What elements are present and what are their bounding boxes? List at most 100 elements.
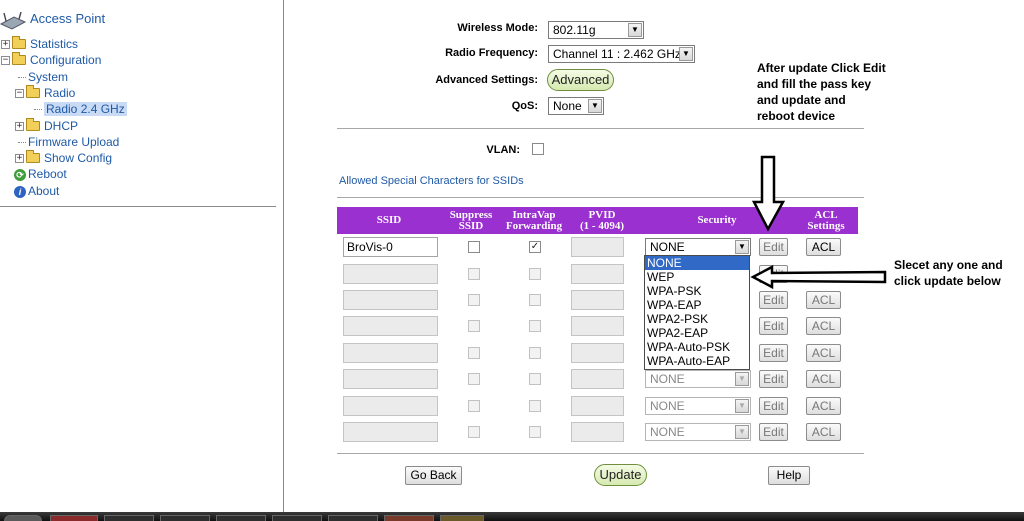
edit-button[interactable]: Edit xyxy=(759,423,788,441)
nav-root-access-point[interactable]: Access Point xyxy=(28,11,107,27)
expand-icon[interactable]: + xyxy=(15,122,24,132)
taskbar-app[interactable] xyxy=(440,515,484,521)
nav-item-dhcp[interactable]: + DHCP xyxy=(15,117,80,134)
pvid-input[interactable] xyxy=(571,343,624,363)
pvid-input[interactable] xyxy=(571,316,624,336)
intravap-forwarding-checkbox[interactable] xyxy=(529,268,541,280)
acl-button[interactable]: ACL xyxy=(806,423,841,441)
ssid-input[interactable] xyxy=(343,264,438,284)
security-option-wpa2-eap[interactable]: WPA2-EAP xyxy=(645,326,749,340)
pvid-input[interactable] xyxy=(571,264,624,284)
suppress-ssid-checkbox[interactable] xyxy=(468,268,480,280)
intravap-forwarding-checkbox[interactable] xyxy=(529,294,541,306)
ssid-input[interactable] xyxy=(343,396,438,416)
taskbar-app[interactable] xyxy=(160,515,210,521)
intravap-forwarding-checkbox[interactable] xyxy=(529,400,541,412)
acl-button[interactable]: ACL xyxy=(806,370,841,388)
collapse-icon[interactable]: − xyxy=(15,89,24,99)
dropdown-arrow-icon[interactable]: ▼ xyxy=(588,99,602,113)
edit-button[interactable]: Edit xyxy=(759,344,788,362)
suppress-ssid-checkbox[interactable] xyxy=(468,373,480,385)
dropdown-arrow-icon[interactable]: ▼ xyxy=(628,23,642,37)
nav-item-radio[interactable]: − Radio xyxy=(15,84,77,101)
edit-button[interactable]: Edit xyxy=(759,370,788,388)
security-option-wpa-auto-eap[interactable]: WPA-Auto-EAP xyxy=(645,354,749,368)
dropdown-arrow-icon[interactable]: ▼ xyxy=(679,47,693,61)
update-button[interactable]: Update xyxy=(594,464,647,486)
pvid-input[interactable] xyxy=(571,396,624,416)
pvid-input[interactable] xyxy=(571,237,624,257)
expand-icon[interactable]: + xyxy=(15,154,24,164)
intravap-forwarding-checkbox[interactable]: ✓ xyxy=(529,241,541,253)
nav-item-system[interactable]: System xyxy=(18,69,70,85)
suppress-ssid-checkbox[interactable] xyxy=(468,294,480,306)
nav-item-about[interactable]: i About xyxy=(14,183,61,199)
security-dropdown-list[interactable]: NONE WEP WPA-PSK WPA-EAP WPA2-PSK WPA2-E… xyxy=(644,255,750,370)
ssid-input[interactable] xyxy=(343,343,438,363)
pvid-input[interactable] xyxy=(571,422,624,442)
security-option-wpa2-psk[interactable]: WPA2-PSK xyxy=(645,312,749,326)
acl-button[interactable]: ACL xyxy=(806,238,841,256)
dropdown-arrow-icon[interactable]: ▼ xyxy=(735,240,749,254)
security-select[interactable]: NONE ▼ xyxy=(645,423,751,441)
ssid-input[interactable] xyxy=(343,316,438,336)
help-button[interactable]: Help xyxy=(768,466,810,485)
intravap-forwarding-checkbox[interactable] xyxy=(529,373,541,385)
security-option-wpa-psk[interactable]: WPA-PSK xyxy=(645,284,749,298)
intravap-forwarding-checkbox[interactable] xyxy=(529,426,541,438)
go-back-button[interactable]: Go Back xyxy=(405,466,462,485)
collapse-icon[interactable]: − xyxy=(1,56,10,66)
nav-item-show-config[interactable]: + Show Config xyxy=(15,149,114,166)
suppress-ssid-checkbox[interactable] xyxy=(468,241,480,253)
ssid-input[interactable] xyxy=(343,290,438,310)
nav-item-radio-24ghz[interactable]: Radio 2.4 GHz xyxy=(34,101,127,117)
wireless-mode-select[interactable]: 802.11g ▼ xyxy=(548,21,644,39)
radio-frequency-select[interactable]: Channel 11 : 2.462 GHz ▼ xyxy=(548,45,695,63)
security-option-wpa-auto-psk[interactable]: WPA-Auto-PSK xyxy=(645,340,749,354)
acl-button[interactable]: ACL xyxy=(806,344,841,362)
edit-button[interactable]: Edit xyxy=(759,397,788,415)
suppress-ssid-checkbox[interactable] xyxy=(468,347,480,359)
pvid-input[interactable] xyxy=(571,369,624,389)
security-select[interactable]: NONE ▼ xyxy=(645,370,751,388)
qos-select[interactable]: None ▼ xyxy=(548,97,604,115)
nav-item-firmware-upload[interactable]: Firmware Upload xyxy=(18,134,121,150)
dropdown-arrow-icon[interactable]: ▼ xyxy=(735,372,749,386)
dropdown-arrow-icon[interactable]: ▼ xyxy=(735,425,749,439)
security-option-none[interactable]: NONE xyxy=(645,256,749,270)
vlan-checkbox[interactable] xyxy=(532,143,544,155)
suppress-ssid-checkbox[interactable] xyxy=(468,426,480,438)
suppress-ssid-checkbox[interactable] xyxy=(468,400,480,412)
security-select[interactable]: NONE ▼ xyxy=(645,238,751,256)
taskbar-app[interactable] xyxy=(328,515,378,521)
nav-item-statistics[interactable]: + Statistics xyxy=(1,35,80,52)
ssid-input[interactable] xyxy=(343,422,438,442)
expand-icon[interactable]: + xyxy=(1,40,10,50)
ssid-input[interactable] xyxy=(343,369,438,389)
taskbar-app[interactable] xyxy=(272,515,322,521)
advanced-button[interactable]: Advanced xyxy=(547,69,614,91)
acl-button[interactable]: ACL xyxy=(806,397,841,415)
edit-button[interactable]: Edit xyxy=(759,238,788,256)
taskbar-app[interactable] xyxy=(216,515,266,521)
acl-button[interactable]: ACL xyxy=(806,317,841,335)
start-button[interactable] xyxy=(4,515,42,521)
intravap-forwarding-checkbox[interactable] xyxy=(529,320,541,332)
edit-button[interactable]: Edit xyxy=(759,317,788,335)
suppress-ssid-checkbox[interactable] xyxy=(468,320,480,332)
security-select[interactable]: NONE ▼ xyxy=(645,397,751,415)
allowed-special-characters-link[interactable]: Allowed Special Characters for SSIDs xyxy=(339,175,524,187)
dropdown-arrow-icon[interactable]: ▼ xyxy=(735,399,749,413)
ssid-input[interactable]: BroVis-0 xyxy=(343,237,438,257)
acl-button[interactable]: ACL xyxy=(806,291,841,309)
pvid-input[interactable] xyxy=(571,290,624,310)
security-option-wep[interactable]: WEP xyxy=(645,270,749,284)
taskbar-app[interactable] xyxy=(384,515,434,521)
edit-button[interactable]: Edit xyxy=(759,291,788,309)
security-option-wpa-eap[interactable]: WPA-EAP xyxy=(645,298,749,312)
nav-item-configuration[interactable]: − Configuration xyxy=(1,51,103,68)
intravap-forwarding-checkbox[interactable] xyxy=(529,347,541,359)
nav-item-reboot[interactable]: ⟳ Reboot xyxy=(14,166,69,182)
taskbar-app[interactable] xyxy=(104,515,154,521)
taskbar-app[interactable] xyxy=(50,515,98,521)
